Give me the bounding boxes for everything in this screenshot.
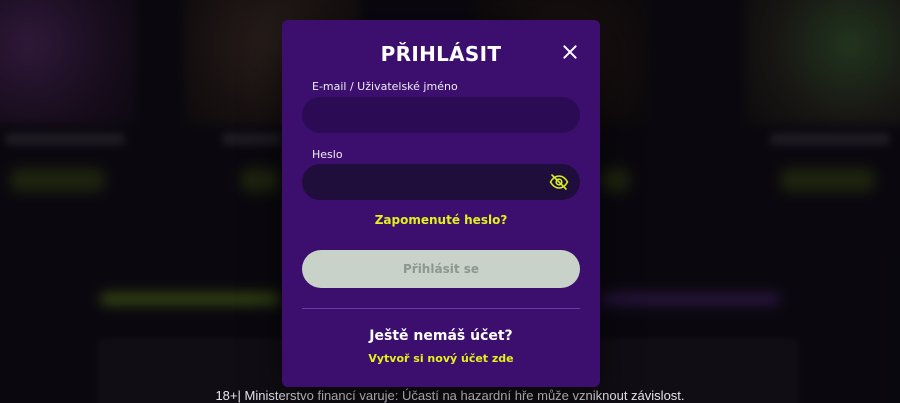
gambling-warning: 18+| Ministerstvo financí varuje: Účastí… — [215, 388, 685, 403]
no-account-heading: Ještě nemáš účet? — [369, 328, 513, 344]
password-field[interactable] — [302, 164, 580, 200]
email-label: E-mail / Uživatelské jméno — [312, 80, 458, 93]
close-icon[interactable] — [560, 42, 580, 62]
forgot-password-link[interactable]: Zapomenuté heslo? — [282, 213, 600, 227]
eye-slash-icon[interactable] — [549, 173, 569, 191]
password-label: Heslo — [312, 148, 343, 161]
register-link[interactable]: Vytvoř si nový účet zde — [282, 352, 600, 365]
login-modal: PŘIHLÁSIT E-mail / Uživatelské jméno Hes… — [282, 20, 600, 387]
login-button[interactable]: Přihlásit se — [302, 250, 580, 288]
modal-title: PŘIHLÁSIT — [380, 42, 502, 66]
divider — [302, 308, 580, 309]
email-field[interactable] — [302, 97, 580, 133]
